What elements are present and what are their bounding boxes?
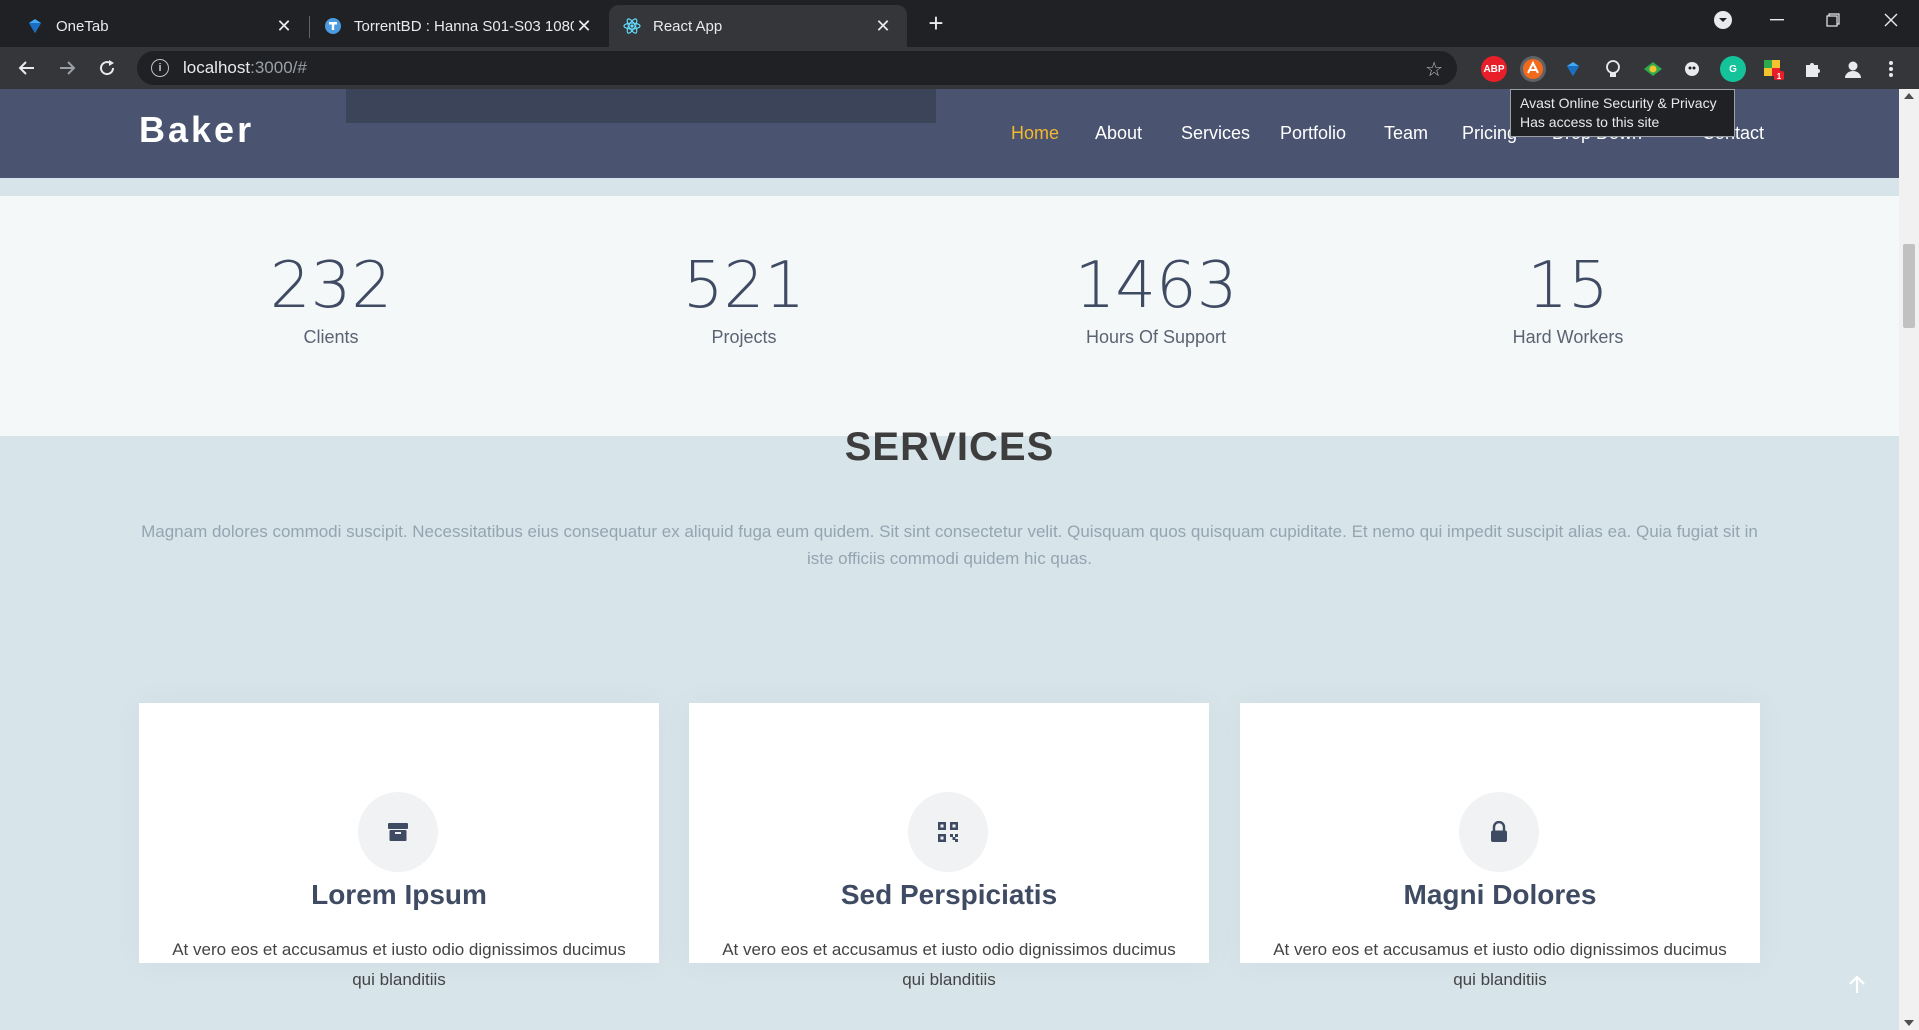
stat-label: Hard Workers (1512, 327, 1624, 347)
back-to-top-button[interactable] (1838, 966, 1876, 1004)
stat-value: 232 (269, 249, 393, 323)
hero-image-strip (346, 89, 936, 123)
stat-clients: 232 Clients (181, 251, 481, 348)
react-favicon-icon (623, 17, 641, 35)
avast-icon[interactable] (1520, 56, 1546, 82)
tooltip-line-2: Has access to this site (1520, 114, 1660, 130)
stat-hard-workers: 15 Hard Workers (1418, 251, 1718, 348)
ghost-icon[interactable] (1680, 56, 1706, 82)
page-scrollbar[interactable] (1899, 89, 1919, 1030)
nav-pricing[interactable]: Pricing (1462, 123, 1517, 144)
services-title: SERVICES (844, 425, 1055, 469)
service-card[interactable]: Magni Dolores At vero eos et accusamus e… (1240, 703, 1760, 989)
browser-tab-bar: OneTab ✕ TorrentBD : Hanna S01-S03 1080p… (0, 0, 1919, 47)
close-window-button[interactable] (1863, 0, 1919, 40)
brazil-flag-icon[interactable] (1640, 56, 1666, 82)
onetab-favicon-icon (26, 17, 44, 35)
service-card-text: At vero eos et accusamus et iusto odio d… (172, 940, 626, 989)
tab-title: TorrentBD : Hanna S01-S03 1080p (354, 17, 574, 35)
grammarly-icon[interactable]: G (1720, 56, 1746, 82)
chrome-menu-icon[interactable] (1878, 56, 1904, 82)
tab-title: React App (653, 17, 723, 35)
nav-about[interactable]: About (1095, 123, 1142, 144)
translate-badge: 1 (1777, 72, 1782, 80)
address-bar[interactable]: i localhost:3000/# ☆ (137, 51, 1457, 85)
services-description: Magnam dolores commodi suscipit. Necessi… (141, 522, 1758, 568)
reload-button[interactable] (92, 53, 122, 83)
browser-tab-react-app[interactable]: React App ✕ (609, 5, 907, 47)
profile-icon[interactable] (1840, 56, 1866, 82)
service-card[interactable]: Sed Perspiciatis At vero eos et accusamu… (689, 703, 1209, 989)
service-card-text: At vero eos et accusamus et iusto odio d… (1273, 940, 1727, 989)
restore-button[interactable] (1805, 0, 1861, 40)
box-icon (358, 792, 438, 872)
scroll-up-arrow-icon[interactable] (1904, 93, 1914, 99)
stat-value: 1463 (1074, 249, 1238, 323)
forward-button[interactable] (52, 53, 82, 83)
browser-toolbar: i localhost:3000/# ☆ ABP G 1 (0, 47, 1919, 89)
tab-search-button[interactable] (1695, 0, 1751, 40)
puzzle-icon[interactable] (1800, 56, 1826, 82)
service-card[interactable]: Lorem Ipsum At vero eos et accusamus et … (139, 703, 659, 989)
site-info-icon[interactable]: i (151, 59, 169, 77)
bookmark-star-icon[interactable]: ☆ (1425, 57, 1443, 82)
browser-tab-onetab[interactable]: OneTab ✕ (12, 5, 308, 47)
nav-services[interactable]: Services (1181, 123, 1250, 144)
onetab-icon[interactable] (1560, 56, 1586, 82)
lightbulb-icon[interactable] (1600, 56, 1626, 82)
stat-projects: 521 Projects (594, 251, 894, 348)
nav-team[interactable]: Team (1384, 123, 1428, 144)
stat-value: 521 (682, 249, 806, 323)
stat-label: Projects (711, 327, 777, 347)
scrollbar-thumb[interactable] (1903, 244, 1915, 328)
browser-tab-torrentbd[interactable]: TorrentBD : Hanna S01-S03 1080p ✕ (310, 5, 608, 47)
page-viewport: Baker Home About Services Portfolio Team… (0, 89, 1899, 1030)
translate-icon[interactable]: 1 (1760, 56, 1786, 82)
tooltip-line-1: Avast Online Security & Privacy (1520, 95, 1717, 111)
url-host: localhost (183, 58, 251, 77)
nav-portfolio[interactable]: Portfolio (1280, 123, 1346, 144)
extension-tooltip: Avast Online Security & Privacy Has acce… (1510, 89, 1735, 137)
back-button[interactable] (12, 53, 42, 83)
close-tab-icon[interactable]: ✕ (574, 16, 594, 37)
service-card-text: At vero eos et accusamus et iusto odio d… (722, 940, 1176, 989)
adblock-plus-icon[interactable]: ABP (1481, 56, 1507, 82)
nav-home[interactable]: Home (1011, 123, 1059, 144)
site-logo[interactable]: Baker (139, 109, 254, 151)
url-path: :3000/# (250, 58, 307, 77)
stat-hours-of-support: 1463 Hours Of Support (1006, 251, 1306, 348)
scroll-down-arrow-icon[interactable] (1904, 1020, 1914, 1026)
stat-label: Hours Of Support (1085, 327, 1227, 347)
lock-icon (1459, 792, 1539, 872)
stat-label: Clients (303, 327, 359, 347)
tab-title: OneTab (56, 17, 109, 35)
service-card-title: Magni Dolores (1403, 879, 1597, 910)
new-tab-button[interactable]: + (922, 10, 950, 38)
stats-section: 232 Clients 521 Projects 1463 Hours Of S… (0, 196, 1899, 436)
service-card-title: Lorem Ipsum (311, 879, 487, 910)
close-tab-icon[interactable]: ✕ (274, 16, 294, 37)
torrentbd-favicon-icon (324, 17, 342, 35)
service-card-title: Sed Perspiciatis (840, 879, 1058, 910)
qr-code-icon (908, 792, 988, 872)
minimize-button[interactable] (1749, 0, 1805, 40)
stat-value: 15 (1527, 249, 1609, 323)
close-tab-icon[interactable]: ✕ (873, 16, 893, 37)
